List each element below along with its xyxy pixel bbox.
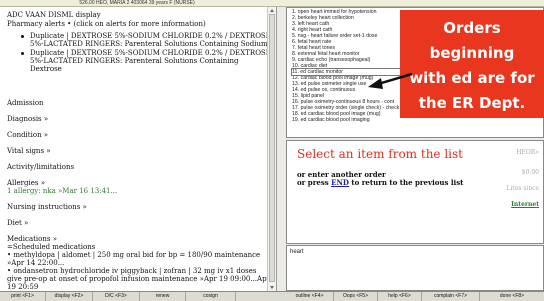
- side-info: HEOR»: [516, 149, 539, 156]
- side-info: Lites since: [506, 185, 539, 192]
- vital-signs-section[interactable]: Vital signs »: [7, 147, 272, 155]
- scroll-up-icon[interactable]: [270, 9, 274, 12]
- order-entry-field[interactable]: heart: [286, 245, 544, 291]
- annotation-callout: Orders beginning with ed are for the ER …: [400, 10, 544, 137]
- alert-list: Duplicate | DEXTROSE 5%-SODIUM CHLORIDE …: [21, 32, 272, 73]
- prompt-panel: Select an item from the list or enter an…: [286, 140, 544, 244]
- medication-item[interactable]: • ondansetron hydrochloride iv piggyback…: [7, 267, 272, 291]
- done-button[interactable]: done <F8>: [480, 292, 544, 301]
- renew-button[interactable]: renew: [140, 292, 186, 301]
- display-header: ADC VAAN DISML display: [7, 11, 101, 19]
- scheduled-meds-header: =Scheduled medications: [7, 243, 96, 251]
- function-key-bar: print <F1> display <F2> D/C <F3> renew c…: [0, 291, 544, 301]
- left-scrollbar[interactable]: [267, 7, 276, 291]
- oops-button[interactable]: Oops <F5>: [334, 292, 378, 301]
- alert-item[interactable]: Duplicate | DEXTROSE 5%-SODIUM CHLORIDE …: [21, 49, 272, 73]
- scroll-thumb[interactable]: [269, 14, 275, 282]
- allergies-section[interactable]: Allergies »: [7, 179, 272, 187]
- prompt-text: to return to the previous list: [348, 178, 464, 187]
- discontinue-button[interactable]: D/C <F3>: [93, 292, 140, 301]
- activity-section[interactable]: Activity/limitations: [7, 163, 272, 171]
- allergy-value[interactable]: 1 allergy: nka »Mar 16 13:41...: [7, 187, 272, 195]
- patient-summary-panel: ADC VAAN DISML display Pharmacy alerts •…: [0, 7, 277, 291]
- admission-section[interactable]: Admission: [7, 99, 272, 107]
- print-button[interactable]: print <F1>: [0, 292, 46, 301]
- callout-line: with ed are for: [409, 69, 535, 87]
- scroll-down-icon[interactable]: [270, 286, 274, 289]
- callout-line: Orders beginning: [429, 19, 515, 62]
- medications-section[interactable]: Medications »: [7, 235, 272, 243]
- display-button[interactable]: display <F2>: [46, 292, 93, 301]
- condition-section[interactable]: Condition »: [7, 131, 272, 139]
- cosign-button[interactable]: cosign: [186, 292, 236, 301]
- internet-link[interactable]: Internet: [511, 201, 539, 208]
- help-button[interactable]: help <F6>: [378, 292, 422, 301]
- window-title-bar: 526.00 HEO, MARIA 2 403064 39 years F (N…: [0, 0, 544, 7]
- nursing-instructions-section[interactable]: Nursing instructions »: [7, 203, 272, 211]
- diagnosis-section[interactable]: Diagnosis »: [7, 115, 272, 123]
- outline-button[interactable]: outline <F4>: [286, 292, 334, 301]
- prompt-title: Select an item from the list: [297, 147, 463, 161]
- medication-item[interactable]: • methyldopa | aldomet | 250 mg oral bid…: [7, 251, 272, 267]
- alert-item[interactable]: Duplicate | DEXTROSE 5%-SODIUM CHLORIDE …: [21, 32, 272, 48]
- pharmacy-alerts-link[interactable]: Pharmacy alerts • (click on alerts for m…: [7, 20, 272, 28]
- complain-button[interactable]: complain <F7>: [422, 292, 480, 301]
- callout-line: the ER Dept. only.: [418, 94, 526, 137]
- end-link[interactable]: END: [331, 178, 349, 187]
- side-info: $0.00: [521, 169, 539, 176]
- diet-section[interactable]: Diet »: [7, 219, 272, 227]
- prompt-text: or press: [297, 178, 332, 187]
